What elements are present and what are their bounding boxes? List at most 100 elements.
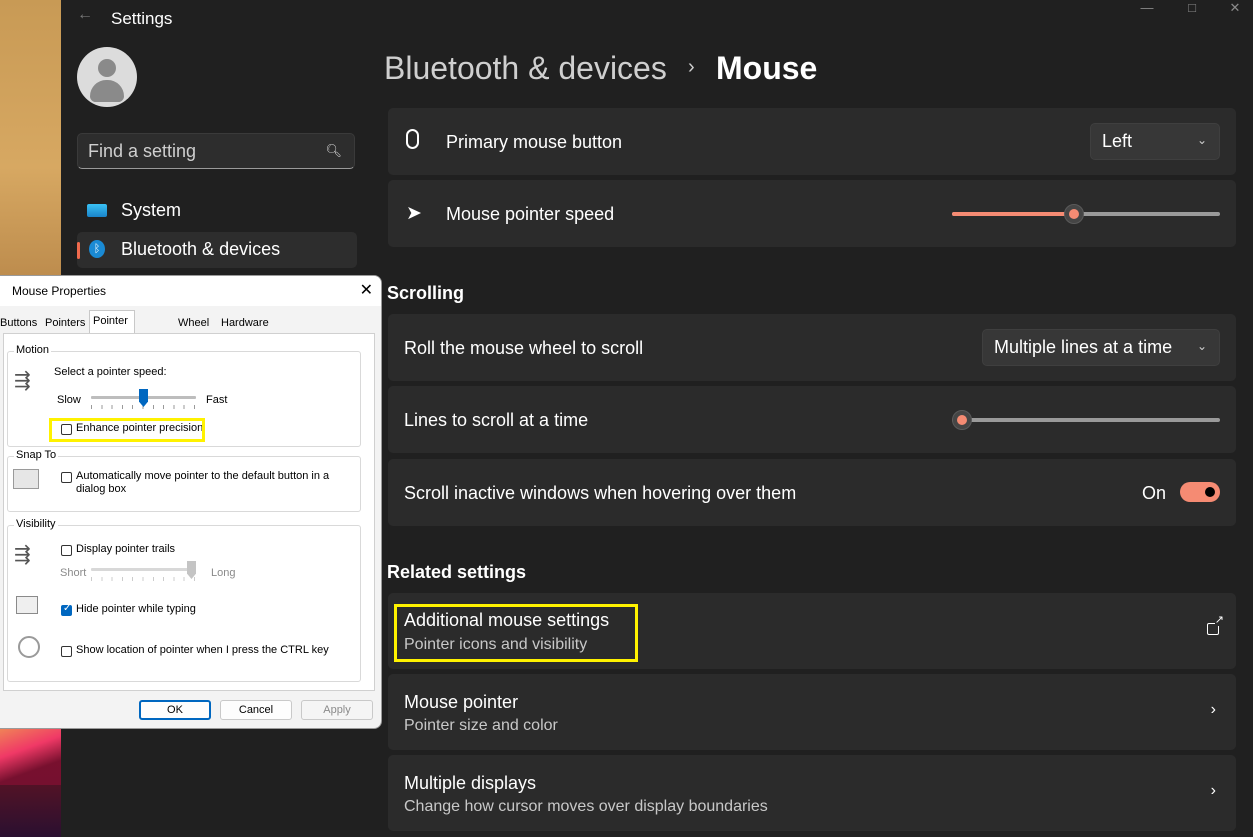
speed-label: Select a pointer speed: bbox=[54, 366, 167, 378]
scroll-inactive-label: Scroll inactive windows when hovering ov… bbox=[404, 483, 797, 503]
primary-mouse-button-label: Primary mouse button bbox=[446, 132, 623, 152]
snap-to-checkbox[interactable] bbox=[61, 472, 72, 483]
breadcrumb-separator-icon: › bbox=[688, 56, 695, 78]
lines-to-scroll-label: Lines to scroll at a time bbox=[404, 410, 589, 430]
pointer-speed-icon: ⇶ bbox=[14, 370, 31, 392]
toggle-knob bbox=[1205, 487, 1215, 497]
related-item-title: Mouse pointer bbox=[404, 692, 519, 712]
show-location-label[interactable]: Show location of pointer when I press th… bbox=[76, 644, 329, 656]
pointer-trails-slider bbox=[91, 561, 196, 586]
related-item-mouse-pointer[interactable]: Mouse pointer Pointer size and color › bbox=[388, 674, 1236, 750]
app-title: Settings bbox=[111, 9, 173, 28]
mouse-properties-dialog: Mouse Properties ✕ Buttons Pointers Poin… bbox=[0, 275, 382, 729]
scrolling-heading: Scrolling bbox=[387, 283, 465, 303]
dialog-title-bar: Mouse Properties ✕ bbox=[0, 276, 381, 306]
scroll-inactive-toggle[interactable] bbox=[1180, 482, 1220, 502]
dialog-close-button[interactable]: ✕ bbox=[360, 280, 373, 300]
slider-track bbox=[91, 568, 196, 571]
sidebar-item-system[interactable]: System bbox=[77, 193, 357, 229]
pointer-speed-slider[interactable] bbox=[91, 388, 196, 412]
tab-buttons[interactable]: Buttons bbox=[0, 313, 40, 333]
pointer-trails-icon: ⇶ bbox=[14, 544, 31, 566]
pointer-options-panel: Motion ⇶ Select a pointer speed: Slow Fa… bbox=[3, 333, 375, 691]
chevron-down-icon: ⌄ bbox=[1196, 133, 1207, 147]
bluetooth-icon: ᛒ bbox=[89, 240, 105, 258]
enhance-precision-label[interactable]: Enhance pointer precision bbox=[76, 422, 203, 434]
roll-wheel-card: Roll the mouse wheel to scroll Multiple … bbox=[388, 314, 1236, 381]
short-label: Short bbox=[60, 567, 87, 579]
mouse-pointer-speed-label: Mouse pointer speed bbox=[446, 204, 615, 224]
ok-button[interactable]: OK bbox=[139, 700, 211, 720]
slider-thumb[interactable] bbox=[1064, 204, 1084, 224]
sidebar-item-label: Bluetooth & devices bbox=[121, 239, 281, 259]
tab-wheel[interactable]: Wheel bbox=[175, 313, 212, 333]
close-button[interactable]: ✕ bbox=[1213, 0, 1253, 16]
group-label: Snap To bbox=[14, 449, 59, 461]
pointer-trails-label[interactable]: Display pointer trails bbox=[76, 543, 175, 555]
page-title: Mouse bbox=[716, 50, 818, 86]
minimize-button[interactable]: — bbox=[1125, 0, 1169, 16]
chevron-right-icon: › bbox=[1210, 701, 1216, 718]
snap-to-label-line2[interactable]: dialog box bbox=[76, 483, 126, 495]
motion-group: Motion ⇶ Select a pointer speed: Slow Fa… bbox=[7, 344, 361, 447]
show-location-icon bbox=[18, 636, 40, 658]
long-label: Long bbox=[211, 567, 236, 579]
monitor-icon bbox=[87, 204, 107, 217]
related-item-additional-mouse-settings[interactable]: Additional mouse settings Pointer icons … bbox=[388, 593, 1236, 669]
external-link-icon bbox=[1207, 615, 1224, 635]
hide-pointer-label[interactable]: Hide pointer while typing bbox=[76, 603, 196, 615]
slider-fill bbox=[952, 212, 1074, 216]
breadcrumb-parent[interactable]: Bluetooth & devices bbox=[384, 50, 667, 87]
avatar-body bbox=[90, 80, 124, 102]
slow-label: Slow bbox=[57, 394, 81, 406]
scroll-mode-dropdown[interactable]: Multiple lines at a time ⌄ bbox=[982, 329, 1220, 366]
chevron-down-icon: ⌄ bbox=[1196, 339, 1207, 353]
search-input[interactable]: Find a setting bbox=[88, 141, 196, 162]
back-arrow-icon[interactable]: ← bbox=[77, 5, 97, 25]
related-item-multiple-displays[interactable]: Multiple displays Change how cursor move… bbox=[388, 755, 1236, 831]
maximize-button[interactable]: □ bbox=[1170, 0, 1214, 16]
tab-pointer-options[interactable]: Pointer Options bbox=[89, 310, 135, 347]
hide-pointer-checkbox[interactable] bbox=[61, 603, 72, 616]
show-location-checkbox[interactable] bbox=[61, 646, 72, 657]
pointer-icon: ➤ bbox=[406, 203, 422, 224]
fast-label: Fast bbox=[206, 394, 228, 406]
pointer-trails-checkbox[interactable] bbox=[61, 545, 72, 556]
apply-button[interactable]: Apply bbox=[301, 700, 373, 720]
user-avatar[interactable] bbox=[77, 47, 137, 107]
snap-to-icon bbox=[13, 469, 39, 489]
sidebar-item-bluetooth-devices[interactable]: ᛒ Bluetooth & devices bbox=[77, 232, 357, 268]
pointer-speed-slider[interactable] bbox=[952, 203, 1220, 225]
group-label: Visibility bbox=[14, 518, 58, 530]
enhance-precision-checkbox[interactable] bbox=[61, 424, 72, 435]
visibility-group: Visibility ⇶ Display pointer trails Shor… bbox=[7, 518, 361, 682]
related-item-subtitle: Pointer icons and visibility bbox=[404, 636, 588, 653]
lines-to-scroll-card: Lines to scroll at a time bbox=[388, 386, 1236, 453]
snap-to-group: Snap To Automatically move pointer to th… bbox=[7, 449, 361, 512]
roll-wheel-label: Roll the mouse wheel to scroll bbox=[404, 338, 644, 358]
lines-to-scroll-slider[interactable] bbox=[952, 409, 1220, 431]
cancel-button[interactable]: Cancel bbox=[220, 700, 292, 720]
mouse-icon bbox=[406, 129, 419, 149]
hide-pointer-icon bbox=[16, 596, 38, 614]
primary-button-dropdown[interactable]: Left ⌄ bbox=[1090, 123, 1220, 160]
dialog-title: Mouse Properties bbox=[12, 284, 107, 298]
related-item-title: Multiple displays bbox=[404, 773, 537, 793]
group-label: Motion bbox=[14, 344, 52, 356]
slider-ticks bbox=[91, 577, 196, 581]
primary-mouse-button-card: Primary mouse button Left ⌄ bbox=[388, 108, 1236, 175]
related-item-subtitle: Pointer size and color bbox=[404, 717, 558, 734]
tab-hardware[interactable]: Hardware bbox=[218, 313, 272, 333]
active-indicator bbox=[77, 242, 80, 259]
dropdown-value: Multiple lines at a time bbox=[994, 337, 1173, 357]
search-box[interactable]: Find a setting 🔍︎ bbox=[77, 133, 355, 169]
tab-pointers[interactable]: Pointers bbox=[42, 313, 88, 333]
snap-to-label-line1[interactable]: Automatically move pointer to the defaul… bbox=[76, 470, 329, 482]
related-settings-heading: Related settings bbox=[387, 562, 527, 582]
title-bar: ← Settings — □ ✕ bbox=[61, 0, 1253, 40]
related-item-subtitle: Change how cursor moves over display bou… bbox=[404, 798, 768, 815]
slider-thumb[interactable] bbox=[952, 410, 972, 430]
avatar-head bbox=[98, 59, 116, 77]
search-icon[interactable]: 🔍︎ bbox=[325, 143, 342, 159]
mouse-pointer-speed-card: ➤ Mouse pointer speed bbox=[388, 180, 1236, 247]
